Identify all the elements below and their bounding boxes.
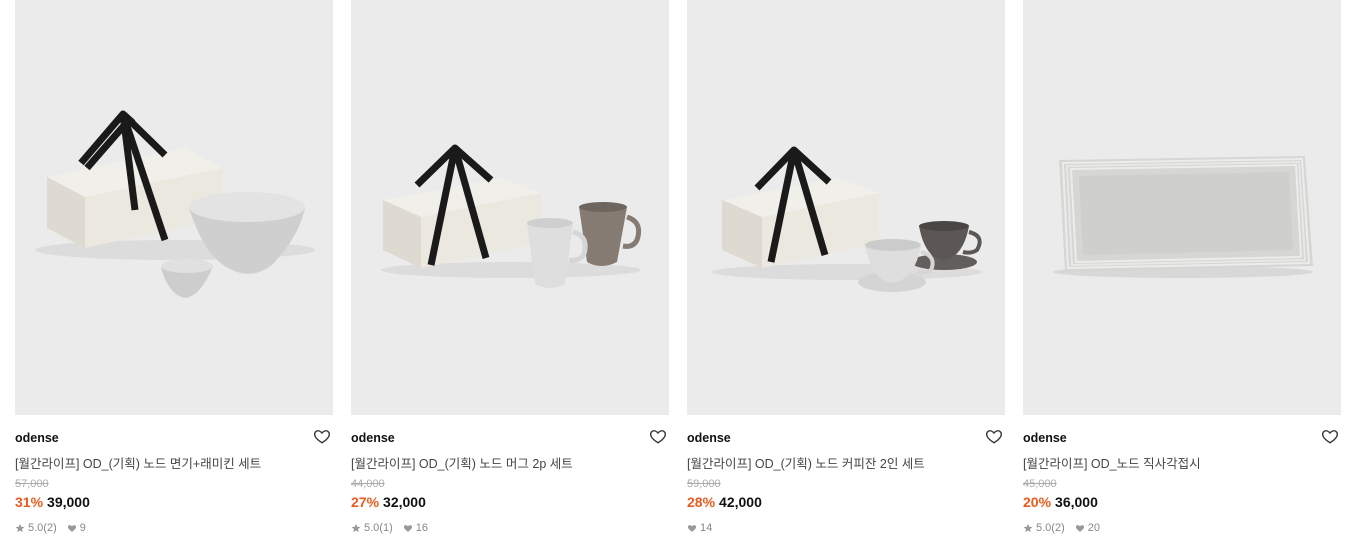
- product-meta: 5.0 (2) 9: [15, 522, 96, 534]
- sale-price: 39,000: [47, 494, 90, 510]
- wishlist-heart-icon[interactable]: [1321, 427, 1339, 445]
- heart-filled-icon: [1075, 525, 1084, 532]
- rating-group: 5.0 (2): [15, 522, 57, 534]
- mug-set-image: [381, 144, 642, 288]
- rating-group: 5.0 (2): [1023, 522, 1065, 534]
- discount-rate: 31%: [15, 494, 44, 510]
- discount-rate: 27%: [351, 494, 380, 510]
- likes-group: 16: [403, 522, 428, 534]
- rating-group: 5.0 (1): [351, 522, 393, 534]
- likes-group: 14: [687, 522, 712, 534]
- product-card[interactable]: odense [월간라이프] OD_(기획) 노드 면기+래미킨 세트 57,0…: [15, 0, 333, 553]
- product-meta: 5.0 (1) 16: [351, 522, 438, 534]
- sale-price: 42,000: [719, 494, 762, 510]
- original-price: 45,000: [1023, 478, 1057, 490]
- rectangle-plate-image: [1053, 156, 1313, 278]
- product-title[interactable]: [월간라이프] OD_노드 직사각접시: [1023, 453, 1201, 472]
- discount-rate: 28%: [687, 494, 716, 510]
- brand-name[interactable]: odense: [1023, 431, 1067, 445]
- wishlist-heart-icon[interactable]: [313, 427, 331, 445]
- likes-group: 20: [1075, 522, 1100, 534]
- likes-count: 16: [415, 522, 428, 534]
- price-row: 31% 39,000: [15, 494, 90, 510]
- product-card[interactable]: odense [월간라이프] OD_(기획) 노드 머그 2p 세트 44,00…: [351, 0, 669, 553]
- likes-count: 9: [79, 522, 86, 534]
- product-title[interactable]: [월간라이프] OD_(기획) 노드 커피잔 2인 세트: [687, 453, 925, 472]
- original-price: 44,000: [351, 478, 385, 490]
- star-icon: [1023, 523, 1033, 533]
- original-price: 59,000: [687, 478, 721, 490]
- likes-count: 14: [700, 522, 713, 534]
- rating-value: 5.0: [1036, 522, 1052, 534]
- product-image[interactable]: [351, 0, 669, 415]
- brand-name[interactable]: odense: [351, 431, 395, 445]
- sale-price: 32,000: [383, 494, 426, 510]
- price-row: 27% 32,000: [351, 494, 426, 510]
- wishlist-heart-icon[interactable]: [985, 427, 1003, 445]
- review-count: (1): [379, 522, 393, 534]
- product-meta: 14: [687, 522, 722, 534]
- product-title[interactable]: [월간라이프] OD_(기획) 노드 면기+래미킨 세트: [15, 453, 261, 472]
- sale-price: 36,000: [1055, 494, 1098, 510]
- star-icon: [351, 523, 361, 533]
- heart-filled-icon: [67, 525, 76, 532]
- coffee-cup-set-image: [712, 146, 982, 292]
- product-title[interactable]: [월간라이프] OD_(기획) 노드 머그 2p 세트: [351, 453, 573, 472]
- price-row: 28% 42,000: [687, 494, 762, 510]
- product-image[interactable]: [687, 0, 1005, 415]
- heart-filled-icon: [687, 525, 697, 532]
- review-count: (2): [43, 522, 57, 534]
- product-card[interactable]: odense [월간라이프] OD_(기획) 노드 커피잔 2인 세트 59,0…: [687, 0, 1005, 553]
- price-row: 20% 36,000: [1023, 494, 1098, 510]
- brand-name[interactable]: odense: [687, 431, 731, 445]
- likes-group: 9: [67, 522, 86, 534]
- review-count: (2): [1051, 522, 1065, 534]
- product-card[interactable]: odense [월간라이프] OD_노드 직사각접시 45,000 20% 36,…: [1023, 0, 1341, 553]
- rating-value: 5.0: [28, 522, 44, 534]
- discount-rate: 20%: [1023, 494, 1052, 510]
- star-icon: [15, 523, 25, 533]
- product-meta: 5.0 (2) 20: [1023, 522, 1110, 534]
- product-image[interactable]: [15, 0, 333, 415]
- wishlist-heart-icon[interactable]: [649, 427, 667, 445]
- original-price: 57,000: [15, 478, 49, 490]
- likes-count: 20: [1087, 522, 1100, 534]
- rating-value: 5.0: [364, 522, 380, 534]
- product-image[interactable]: [1023, 0, 1341, 415]
- bowl-set-image: [35, 110, 315, 298]
- brand-name[interactable]: odense: [15, 431, 59, 445]
- heart-filled-icon: [403, 525, 412, 532]
